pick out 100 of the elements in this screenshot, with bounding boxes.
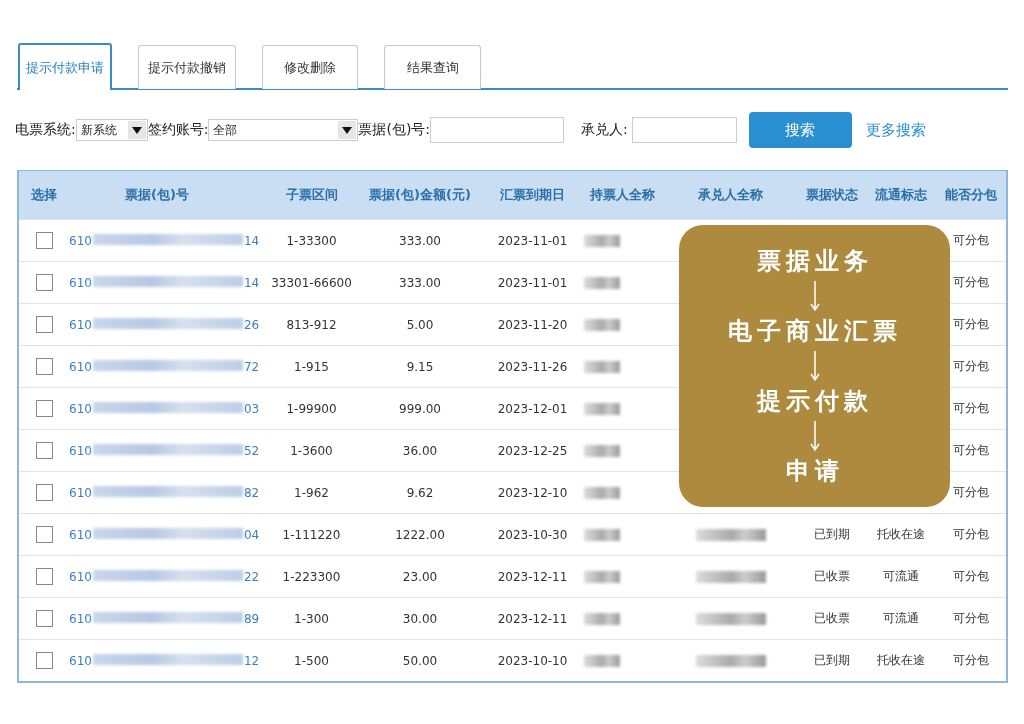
- table-cell: 1-500: [294, 653, 329, 668]
- table-cell: 可流通: [883, 568, 919, 585]
- table-cell: 23.00: [402, 569, 438, 584]
- table-cell: 1-915: [294, 359, 329, 374]
- redacted-text: [584, 318, 620, 331]
- field-label: 承兑人:: [581, 121, 628, 139]
- redacted-text: [584, 276, 620, 289]
- checkbox[interactable]: [35, 274, 53, 291]
- table-cell: 333.00: [399, 233, 441, 248]
- table-cell: 已收票: [813, 610, 850, 627]
- checkbox[interactable]: [35, 232, 53, 249]
- tab[interactable]: 结果查询: [384, 45, 481, 89]
- column-header: 能否分包: [936, 171, 1006, 219]
- table-cell: 2023-11-26: [497, 359, 568, 374]
- table-cell: 可分包: [953, 232, 989, 249]
- search-button[interactable]: 搜索: [748, 112, 852, 148]
- column-header: 票据(包)号: [69, 171, 264, 219]
- field-label: 电票系统:: [15, 121, 76, 139]
- table-cell: 2023-12-11: [497, 569, 568, 584]
- table-cell: 9.62: [406, 485, 434, 500]
- table-cell: 可分包: [953, 316, 989, 333]
- checkbox[interactable]: [35, 358, 53, 375]
- checkbox[interactable]: [35, 316, 53, 333]
- table-cell: 9.15: [406, 359, 434, 374]
- tab[interactable]: 修改删除: [262, 45, 358, 89]
- table-cell: 2023-11-20: [497, 317, 568, 332]
- table-cell: 1-300: [294, 611, 329, 626]
- tab[interactable]: 提示付款申请: [18, 43, 112, 90]
- table-cell: 可分包: [953, 442, 989, 459]
- down-arrow-icon: [809, 280, 820, 312]
- redacted-text: [584, 402, 620, 415]
- table-cell: 1-111220: [282, 527, 341, 542]
- checkbox[interactable]: [35, 568, 53, 585]
- table-cell: 5.00: [406, 317, 434, 332]
- field-label: 签约账号:: [147, 121, 209, 139]
- column-header: 流通标志: [866, 171, 936, 219]
- step-label: 申请: [785, 456, 844, 487]
- dropdown[interactable]: 新系统: [75, 119, 148, 141]
- table-cell: 2023-12-10: [497, 485, 568, 500]
- table-cell: 可分包: [953, 610, 989, 627]
- field-label: 票据(包)号:: [358, 121, 431, 139]
- step-label: 电子商业汇票: [727, 316, 902, 347]
- table-cell: 1-3600: [290, 443, 333, 458]
- column-header: 票据状态: [797, 171, 866, 219]
- redacted-text: [584, 612, 620, 625]
- table-cell: 2023-10-30: [497, 527, 568, 542]
- table-cell: 1-33300: [286, 233, 337, 248]
- table-cell: 1-223300: [282, 569, 341, 584]
- table-cell: 813-912: [286, 317, 337, 332]
- input-field[interactable]: [631, 117, 737, 143]
- checkbox[interactable]: [35, 526, 53, 543]
- table-cell: 2023-10-10: [497, 653, 568, 668]
- table-cell: 可分包: [953, 568, 989, 585]
- column-header: 承兑人全称: [664, 171, 797, 219]
- table-cell: 2023-11-01: [497, 275, 568, 290]
- table-cell: 2023-12-01: [497, 401, 568, 416]
- redacted-text: [584, 654, 620, 667]
- table-cell: 2023-12-25: [497, 443, 568, 458]
- column-header: 选择: [19, 171, 69, 219]
- table-cell: 1-99900: [286, 401, 337, 416]
- table-cell: 可分包: [953, 400, 989, 417]
- column-header: 子票区间: [264, 171, 359, 219]
- checkbox[interactable]: [35, 484, 53, 501]
- input-field[interactable]: [430, 117, 565, 143]
- table-cell: 已到期: [813, 526, 850, 543]
- redacted-text: [584, 570, 620, 583]
- table-cell: 2023-12-11: [497, 611, 568, 626]
- table-cell: 50.00: [402, 653, 438, 668]
- table-cell: 可流通: [883, 610, 919, 627]
- redacted-text: [584, 360, 620, 373]
- table-cell: 可分包: [953, 484, 989, 501]
- column-header: 汇票到期日: [481, 171, 584, 219]
- table-cell: 已收票: [813, 568, 850, 585]
- table-cell: 可分包: [953, 358, 989, 375]
- table-cell: 可分包: [953, 526, 989, 543]
- redacted-text: [584, 528, 620, 541]
- redacted-text: [695, 654, 766, 667]
- redacted-text: [695, 612, 766, 625]
- checkbox[interactable]: [35, 610, 53, 627]
- table-cell: 999.00: [399, 401, 441, 416]
- redacted-text: [584, 234, 620, 247]
- more-search-link[interactable]: 更多搜索: [865, 120, 926, 140]
- step-label: 票据业务: [756, 246, 873, 277]
- table-cell: 托收在途: [877, 652, 925, 669]
- tab[interactable]: 提示付款撤销: [138, 45, 236, 89]
- redacted-text: [695, 570, 766, 583]
- table-cell: 托收在途: [877, 526, 925, 543]
- table-cell: 2023-11-01: [497, 233, 568, 248]
- redacted-text: [695, 528, 766, 541]
- table-cell: 30.00: [402, 611, 438, 626]
- dropdown[interactable]: 全部: [208, 119, 359, 141]
- down-arrow-icon: [809, 420, 820, 452]
- table-cell: 1-962: [294, 485, 329, 500]
- table-cell: 可分包: [953, 274, 989, 291]
- redacted-text: [584, 444, 620, 457]
- checkbox[interactable]: [35, 400, 53, 417]
- checkbox[interactable]: [35, 652, 53, 669]
- table-cell: 33301-66600: [271, 275, 352, 290]
- column-header: 持票人全称: [584, 171, 664, 219]
- checkbox[interactable]: [35, 442, 53, 459]
